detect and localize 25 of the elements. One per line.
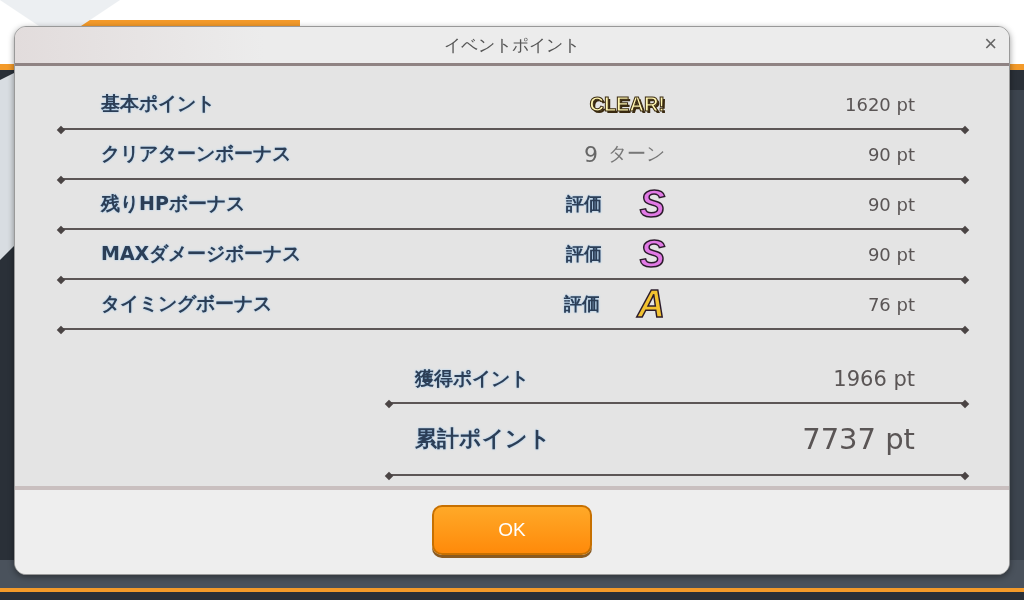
bonus-label: クリアターンボーナス [101,141,291,166]
grade-caption: 評価 [565,242,602,266]
points-value: 90 pt [866,243,915,265]
grade-caption: 評価 [563,292,600,316]
grade-letter: S [639,234,665,274]
points-value: 76 pt [866,293,915,315]
grade-caption: 評価 [565,192,602,216]
bonus-label: 基本ポイント [101,91,215,116]
points-value: 1620 pt [844,93,915,115]
grade-letter: A [637,284,665,324]
points-value: 90 pt [866,193,915,215]
bonus-label: MAXダメージボーナス [101,241,302,266]
total-label: 累計ポイント [415,425,551,453]
points-value: 90 pt [866,143,915,165]
clear-label: CLEAR! [589,92,665,116]
bonus-label: タイミングボーナス [101,291,272,316]
close-button[interactable]: × [980,31,1001,57]
turn-unit: ターン [608,141,665,166]
total-value: 7737 pt [802,422,915,456]
total-label: 獲得ポイント [415,366,529,391]
turn-count: 9 [584,141,598,167]
total-value: 1966 pt [833,367,915,391]
bonus-label: 残りHPボーナス [101,191,245,216]
grade-letter: S [639,184,665,224]
dialog-title: イベントポイント [444,33,580,57]
